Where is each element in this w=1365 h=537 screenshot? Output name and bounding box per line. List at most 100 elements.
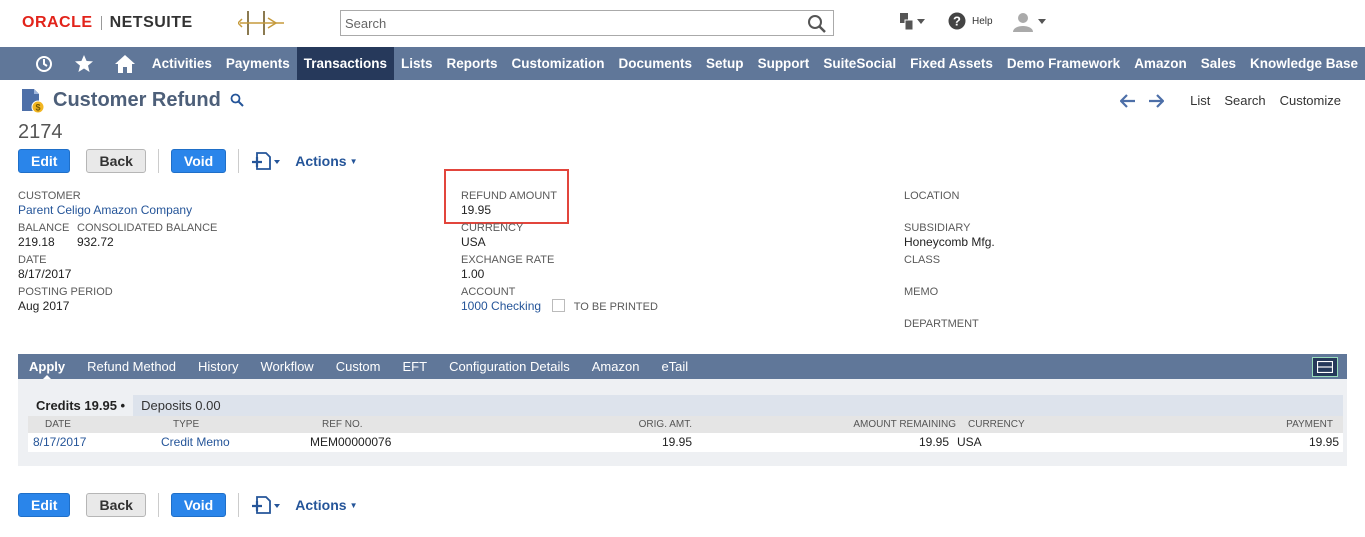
exchange-rate-label: EXCHANGE RATE — [461, 254, 555, 266]
column-header-orig-amt[interactable]: ORIG. AMT. — [639, 416, 692, 433]
to-be-printed-checkbox — [552, 299, 566, 312]
subtab-eft[interactable]: EFT — [392, 354, 439, 379]
svg-text:$: $ — [35, 103, 40, 113]
nav-shortcuts[interactable] — [64, 47, 104, 80]
oracle-netsuite-logo[interactable]: ORACLE NETSUITE — [22, 13, 193, 33]
list-link[interactable]: List — [1190, 93, 1210, 108]
subtab-apply[interactable]: Apply — [18, 354, 76, 380]
nav-documents[interactable]: Documents — [612, 47, 700, 80]
refund-amount-highlight — [444, 169, 569, 224]
nav-activities[interactable]: Activities — [145, 47, 219, 80]
customer-link[interactable]: Parent Celigo Amazon Company — [18, 203, 192, 217]
chevron-down-icon — [917, 19, 925, 24]
row-date-link[interactable]: 8/17/2017 — [33, 433, 86, 452]
nav-setup[interactable]: Setup — [699, 47, 751, 80]
row-orig-amt: 19.95 — [661, 435, 692, 449]
subtab-workflow[interactable]: Workflow — [249, 354, 324, 379]
user-menu[interactable] — [1012, 12, 1046, 32]
memo-label: MEMO — [904, 286, 939, 298]
nav-support[interactable]: Support — [751, 47, 817, 80]
row-amount-remaining: 19.95 — [918, 435, 949, 449]
nav-knowledge-base[interactable]: Knowledge Base — [1243, 47, 1365, 80]
help-button[interactable]: ? Help — [948, 12, 993, 30]
hierarchy-icon — [900, 13, 914, 31]
back-button[interactable]: Back — [86, 493, 146, 517]
new-document-menu-icon[interactable] — [251, 495, 281, 515]
column-header-amount-remaining[interactable]: AMOUNT REMAINING — [853, 416, 956, 433]
subsidiary-value: Honeycomb Mfg. — [904, 235, 995, 249]
subtab-etail[interactable]: eTail — [650, 354, 699, 379]
subtab-custom[interactable]: Custom — [325, 354, 392, 379]
nav-payments[interactable]: Payments — [219, 47, 297, 80]
history-clock-icon — [36, 55, 53, 72]
subsidiary-field: SUBSIDIARY Honeycomb Mfg. — [904, 222, 995, 249]
actions-menu[interactable]: Actions ▼ — [295, 497, 357, 513]
button-divider — [238, 493, 240, 517]
search-link[interactable]: Search — [1224, 93, 1265, 108]
subtab-configuration-details[interactable]: Configuration Details — [438, 354, 581, 379]
void-button[interactable]: Void — [170, 493, 227, 517]
account-link[interactable]: 1000 Checking — [461, 299, 541, 313]
edit-button[interactable]: Edit — [18, 493, 71, 517]
nav-amazon[interactable]: Amazon — [1127, 47, 1194, 80]
void-button[interactable]: Void — [170, 149, 227, 173]
memo-field: MEMO — [904, 286, 938, 299]
top-header: ORACLE NETSUITE ? Help — [0, 0, 1365, 47]
help-icon: ? — [948, 12, 966, 30]
nav-home[interactable] — [105, 47, 145, 80]
new-document-menu-icon[interactable] — [251, 151, 281, 171]
nav-sales[interactable]: Sales — [1194, 47, 1243, 80]
column-header-ref-no[interactable]: REF NO. — [322, 416, 363, 433]
nav-fixed-assets[interactable]: Fixed Assets — [903, 47, 1000, 80]
customer-label: CUSTOMER — [18, 190, 81, 202]
row-type-link[interactable]: Credit Memo — [161, 433, 230, 452]
posting-period-value: Aug 2017 — [18, 299, 70, 313]
svg-text:?: ? — [953, 14, 961, 29]
sublist-header: DATE TYPE REF NO. ORIG. AMT. AMOUNT REMA… — [28, 416, 1343, 433]
logo-oracle-text: ORACLE — [22, 14, 93, 31]
nav-demo-framework[interactable]: Demo Framework — [1000, 47, 1127, 80]
next-record-arrow-icon[interactable] — [1148, 93, 1165, 108]
top-button-bar: Edit Back Void Actions ▼ — [18, 149, 357, 173]
toggle-layout-button[interactable] — [1312, 357, 1338, 377]
column-header-currency[interactable]: CURRENCY — [968, 416, 1025, 433]
edit-button[interactable]: Edit — [18, 149, 71, 173]
nav-lists[interactable]: Lists — [394, 47, 440, 80]
global-search-input[interactable] — [341, 11, 801, 35]
subtab-amazon[interactable]: Amazon — [581, 354, 651, 379]
to-be-printed-label: TO BE PRINTED — [573, 301, 658, 313]
chevron-down-icon: ▼ — [349, 156, 358, 166]
back-button[interactable]: Back — [86, 149, 146, 173]
subtab-refund-method[interactable]: Refund Method — [76, 354, 187, 379]
layout-toggle-icon — [1317, 361, 1333, 373]
balance-field: BALANCE 219.18 — [18, 222, 69, 249]
column-header-type[interactable]: TYPE — [173, 416, 199, 433]
currency-label: CURRENCY — [461, 222, 524, 234]
currency-value: USA — [461, 235, 486, 249]
subtab-bar: Apply Refund Method History Workflow Cus… — [18, 354, 1347, 380]
nav-suitesocial[interactable]: SuiteSocial — [816, 47, 903, 80]
column-header-payment[interactable]: PAYMENT — [1286, 416, 1333, 433]
column-header-date[interactable]: DATE — [45, 416, 71, 433]
search-icon[interactable] — [230, 93, 244, 107]
company-brand-icon — [238, 11, 284, 35]
deposits-tab[interactable]: Deposits 0.00 — [133, 395, 229, 416]
credits-tab[interactable]: Credits 19.95 • — [28, 395, 134, 416]
previous-record-arrow-icon[interactable] — [1120, 93, 1136, 108]
date-label: DATE — [18, 254, 47, 266]
nav-reports[interactable]: Reports — [440, 47, 505, 80]
global-search[interactable] — [340, 10, 834, 36]
exchange-rate-field: EXCHANGE RATE 1.00 — [461, 254, 554, 281]
nav-recent-records[interactable] — [24, 47, 64, 80]
main-navigation: Activities Payments Transactions Lists R… — [0, 47, 1365, 80]
subtab-history[interactable]: History — [187, 354, 249, 379]
actions-menu[interactable]: Actions ▼ — [295, 153, 357, 169]
nav-customization[interactable]: Customization — [505, 47, 612, 80]
account-field: ACCOUNT 1000 Checking TO BE PRINTED — [461, 286, 658, 314]
recent-records-menu[interactable] — [899, 12, 925, 32]
nav-transactions[interactable]: Transactions — [296, 47, 394, 80]
customize-link[interactable]: Customize — [1280, 93, 1341, 108]
exchange-rate-value: 1.00 — [461, 267, 485, 281]
apply-panel: Credits 19.95 • Deposits 0.00 DATE TYPE … — [18, 379, 1347, 466]
search-icon[interactable] — [807, 14, 827, 34]
